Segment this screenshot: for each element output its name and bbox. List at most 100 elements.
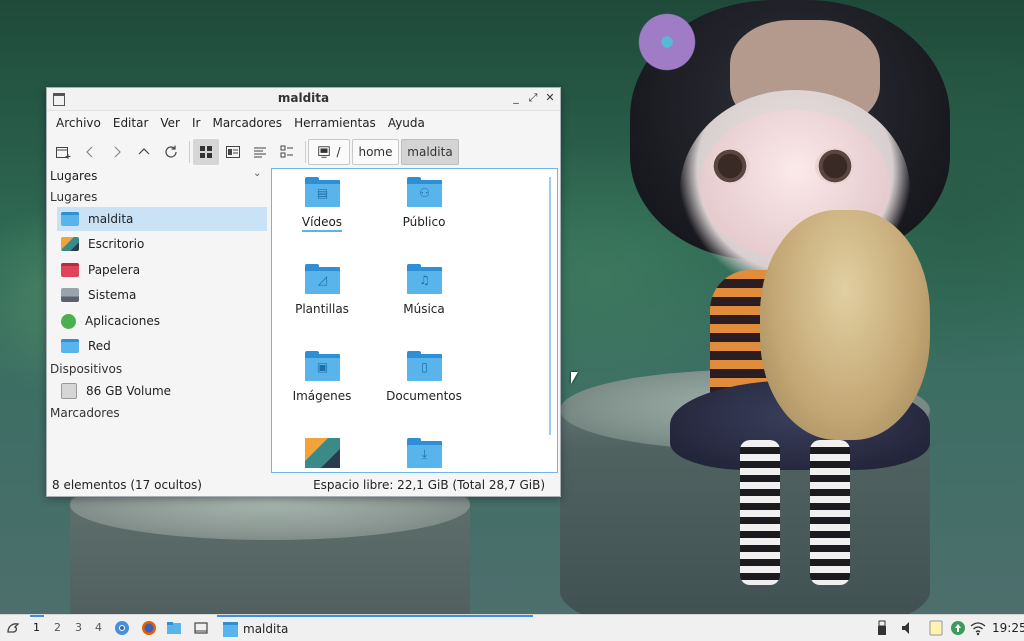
sidebar: Lugares maldita Escritorio Papelera Sist…: [47, 187, 269, 472]
detailed-view-icon: [280, 145, 293, 158]
file-item-label: Plantillas: [295, 302, 349, 316]
new-window-button[interactable]: [50, 139, 76, 165]
path-root-button[interactable]: /: [308, 139, 350, 165]
file-manager-window: maldita _ ⤢ ✕ Archivo Editar Ver Ir Marc…: [46, 87, 561, 497]
forward-button[interactable]: [104, 139, 130, 165]
reload-button[interactable]: [158, 139, 184, 165]
menu-ayuda[interactable]: Ayuda: [382, 116, 431, 130]
sidebar-item-escritorio[interactable]: Escritorio: [57, 232, 267, 256]
workspace-2[interactable]: 2: [54, 621, 61, 634]
toolbar-separator: [189, 141, 190, 163]
firefox-icon[interactable]: [141, 620, 157, 636]
active-workspace-indicator: [30, 615, 44, 617]
thumbnail-view-button[interactable]: [220, 139, 246, 165]
workspace-3[interactable]: 3: [75, 621, 82, 634]
sidebar-item-aplicaciones[interactable]: Aplicaciones: [57, 309, 267, 333]
task-item-maldita[interactable]: maldita: [217, 615, 533, 641]
chromium-icon[interactable]: [114, 620, 130, 636]
chevron-left-icon: [86, 146, 93, 158]
file-item-plantillas[interactable]: ◿ Plantillas: [272, 259, 372, 339]
drive-icon: [61, 383, 77, 399]
file-item-videos[interactable]: ▤ Vídeos: [272, 172, 372, 252]
file-item-musica[interactable]: ♫ Música: [374, 259, 474, 339]
taskbar: 1 2 3 4 maldita 19:25: [0, 614, 1024, 641]
menu-ver[interactable]: Ver: [154, 116, 186, 130]
parent-folder-button[interactable]: [131, 139, 157, 165]
sidebar-item-red[interactable]: Red: [57, 334, 267, 358]
path-segment-home[interactable]: home: [352, 139, 399, 165]
sidebar-section-places: Lugares: [50, 190, 98, 204]
sidebar-item-label: Sistema: [88, 288, 137, 302]
menu-archivo[interactable]: Archivo: [50, 116, 107, 130]
file-view[interactable]: ▤ Vídeos ⚇ Público ◿ Plantillas ♫ Música…: [271, 168, 558, 473]
music-folder-icon: ♫: [407, 264, 442, 294]
menu-marcadores[interactable]: Marcadores: [206, 116, 288, 130]
back-button[interactable]: [77, 139, 103, 165]
window-title: maldita: [277, 91, 330, 105]
file-item-imagenes[interactable]: ▣ Imágenes: [272, 346, 372, 426]
sidebar-item-label: Escritorio: [88, 237, 145, 251]
status-bar: 8 elementos (17 ocultos) Espacio libre: …: [47, 473, 560, 495]
sidebar-item-maldita[interactable]: maldita: [57, 207, 267, 231]
file-manager-icon[interactable]: [166, 620, 182, 636]
sidebar-mode-selector[interactable]: Lugares ⌄: [47, 168, 267, 186]
task-item-label: maldita: [243, 622, 289, 636]
workspace-1[interactable]: 1: [33, 621, 40, 634]
usb-icon[interactable]: [876, 620, 888, 636]
trash-icon: [61, 263, 79, 277]
sidebar-item-label: Aplicaciones: [85, 314, 160, 328]
toolbar: / home maldita: [47, 135, 560, 169]
close-button[interactable]: ✕: [543, 91, 557, 105]
video-folder-icon: ▤: [305, 177, 340, 207]
menu-bar: Archivo Editar Ver Ir Marcadores Herrami…: [47, 111, 560, 135]
sidebar-item-papelera[interactable]: Papelera: [57, 258, 267, 282]
sidebar-item-label: maldita: [88, 212, 134, 226]
sidebar-section-bookmarks: Marcadores: [50, 406, 120, 420]
notes-icon[interactable]: [928, 620, 944, 636]
sidebar-item-label: Papelera: [88, 263, 141, 277]
compact-view-button[interactable]: [247, 139, 273, 165]
volume-icon[interactable]: [900, 620, 916, 636]
sidebar-item-label: 86 GB Volume: [86, 384, 172, 398]
file-item-label: Público: [402, 215, 446, 229]
vertical-scrollbar[interactable]: [549, 177, 551, 435]
file-item-documentos[interactable]: ▯ Documentos: [374, 346, 474, 426]
new-window-icon: [56, 147, 71, 159]
app-menu-icon[interactable]: [5, 620, 21, 636]
chevron-up-icon: [138, 148, 150, 155]
mouse-pointer-icon: [571, 372, 578, 384]
desktop-folder-icon: [305, 438, 340, 468]
menu-editar[interactable]: Editar: [107, 116, 155, 130]
maximize-button[interactable]: ⤢: [526, 91, 540, 105]
reload-icon: [165, 145, 177, 158]
window-titlebar[interactable]: maldita _ ⤢ ✕: [47, 88, 560, 111]
sidebar-item-sistema[interactable]: Sistema: [57, 283, 267, 307]
clock[interactable]: 19:25: [992, 621, 1024, 635]
update-icon[interactable]: [950, 620, 966, 636]
menu-ir[interactable]: Ir: [186, 116, 206, 130]
menu-herramientas[interactable]: Herramientas: [288, 116, 382, 130]
minimize-button[interactable]: _: [509, 91, 523, 105]
file-item-descargas[interactable]: ⤓: [374, 433, 474, 472]
network-folder-icon: [61, 339, 79, 353]
icon-view-icon: [200, 146, 212, 158]
chevron-right-icon: [114, 146, 121, 158]
free-space: Espacio libre: 22,1 GiB (Total 28,7 GiB): [313, 478, 545, 492]
file-item-label: Imágenes: [292, 389, 352, 403]
downloads-folder-icon: ⤓: [407, 438, 442, 468]
sidebar-item-volume[interactable]: 86 GB Volume: [57, 379, 267, 403]
show-desktop-icon[interactable]: [193, 620, 209, 636]
file-item-label: Música: [403, 302, 445, 316]
detailed-view-button[interactable]: [274, 139, 300, 165]
desktop-icon: [61, 237, 79, 251]
file-item-label: Documentos: [386, 389, 462, 403]
compact-view-icon: [254, 147, 266, 158]
templates-folder-icon: ◿: [305, 264, 340, 294]
folder-icon: [223, 621, 238, 637]
path-segment-maldita[interactable]: maldita: [401, 139, 459, 165]
file-item-publico[interactable]: ⚇ Público: [374, 172, 474, 252]
file-item-escritorio[interactable]: [272, 433, 372, 472]
icon-view-button[interactable]: [193, 139, 219, 165]
workspace-4[interactable]: 4: [95, 621, 102, 634]
wifi-icon[interactable]: [970, 620, 986, 636]
